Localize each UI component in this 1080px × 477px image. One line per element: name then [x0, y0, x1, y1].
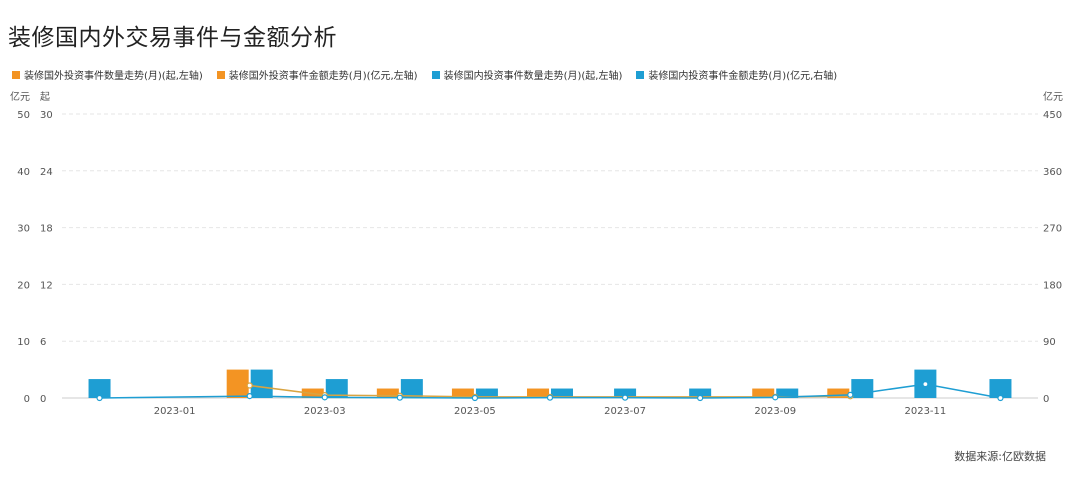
y-left-count-tick: 12	[40, 280, 53, 291]
y-left-count-tick: 24	[40, 167, 53, 178]
bar-domestic-count	[851, 379, 874, 398]
y-left-amount-tick: 0	[24, 394, 30, 405]
domestic-amount-point	[396, 394, 403, 401]
domestic-amount-point	[471, 394, 479, 402]
x-tick-label: 2023-09	[754, 406, 796, 417]
domestic-amount-point	[621, 394, 629, 401]
right-amount-unit: 亿元	[1043, 90, 1063, 103]
x-tick-label: 2023-05	[454, 406, 496, 417]
x-tick-label: 2023-11	[904, 406, 946, 417]
domestic-amount-point	[997, 394, 1004, 402]
domestic-amount-point	[922, 381, 929, 388]
y-left-amount-tick: 40	[17, 167, 30, 178]
y-right-amount-tick: 90	[1043, 337, 1056, 348]
bar-domestic-count	[250, 369, 273, 398]
y-right-amount-tick: 180	[1043, 280, 1062, 291]
y-right-amount-tick: 450	[1043, 110, 1062, 121]
y-left-amount-tick: 10	[17, 337, 30, 348]
y-left-amount-tick: 20	[17, 280, 30, 291]
y-left-amount-tick: 50	[17, 110, 30, 121]
y-left-count-tick: 30	[40, 110, 53, 121]
y-right-amount-tick: 0	[1043, 394, 1049, 405]
domestic-amount-point	[546, 394, 554, 401]
domestic-amount-point	[321, 394, 328, 401]
x-tick-label: 2023-07	[604, 406, 646, 417]
x-tick-label: 2023-03	[304, 406, 346, 417]
y-left-amount-tick: 30	[17, 224, 30, 235]
y-left-count-tick: 6	[40, 337, 46, 348]
y-right-amount-tick: 360	[1043, 167, 1062, 178]
domestic-amount-point	[772, 394, 779, 401]
y-left-count-tick: 0	[40, 394, 46, 405]
chart-area: 亿元起亿元0 0 010 6 9020 12 18030 18 27040 24 36050 30 45…	[10, 90, 1063, 417]
data-source: 数据来源:亿欧数据	[954, 450, 1046, 463]
left-amount-unit: 亿元	[10, 90, 30, 103]
bar-foreign-count	[376, 388, 399, 398]
domestic-amount-point	[96, 394, 103, 402]
y-right-amount-tick: 270	[1043, 224, 1062, 235]
x-tick-label: 2023-01	[154, 406, 196, 417]
y-left-count-tick: 18	[40, 224, 53, 235]
foreign-amount-point	[246, 382, 253, 389]
bar-foreign-count	[226, 369, 249, 398]
left-count-unit: 起	[40, 91, 50, 103]
domestic-amount-point	[246, 393, 253, 400]
domestic-amount-point	[697, 394, 704, 402]
domestic-amount-point	[847, 391, 854, 398]
